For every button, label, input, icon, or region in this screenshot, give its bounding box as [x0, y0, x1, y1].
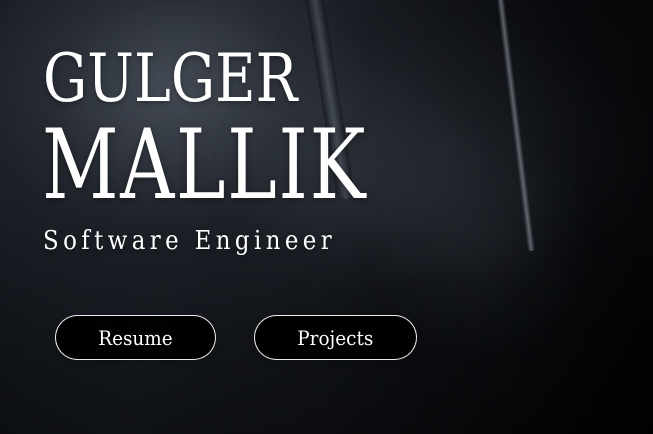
last-name-heading: MALLIK [42, 109, 368, 221]
first-name-heading: GULGER [43, 40, 298, 117]
resume-button-label: Resume [98, 325, 173, 350]
role-subtitle: Software Engineer [43, 226, 337, 256]
hero-content: GULGER MALLIK Software Engineer Resume P… [0, 0, 653, 434]
hero-section: GULGER MALLIK Software Engineer Resume P… [0, 0, 653, 434]
projects-button[interactable]: Projects [254, 315, 417, 360]
resume-button[interactable]: Resume [55, 315, 216, 360]
projects-button-label: Projects [297, 325, 374, 350]
